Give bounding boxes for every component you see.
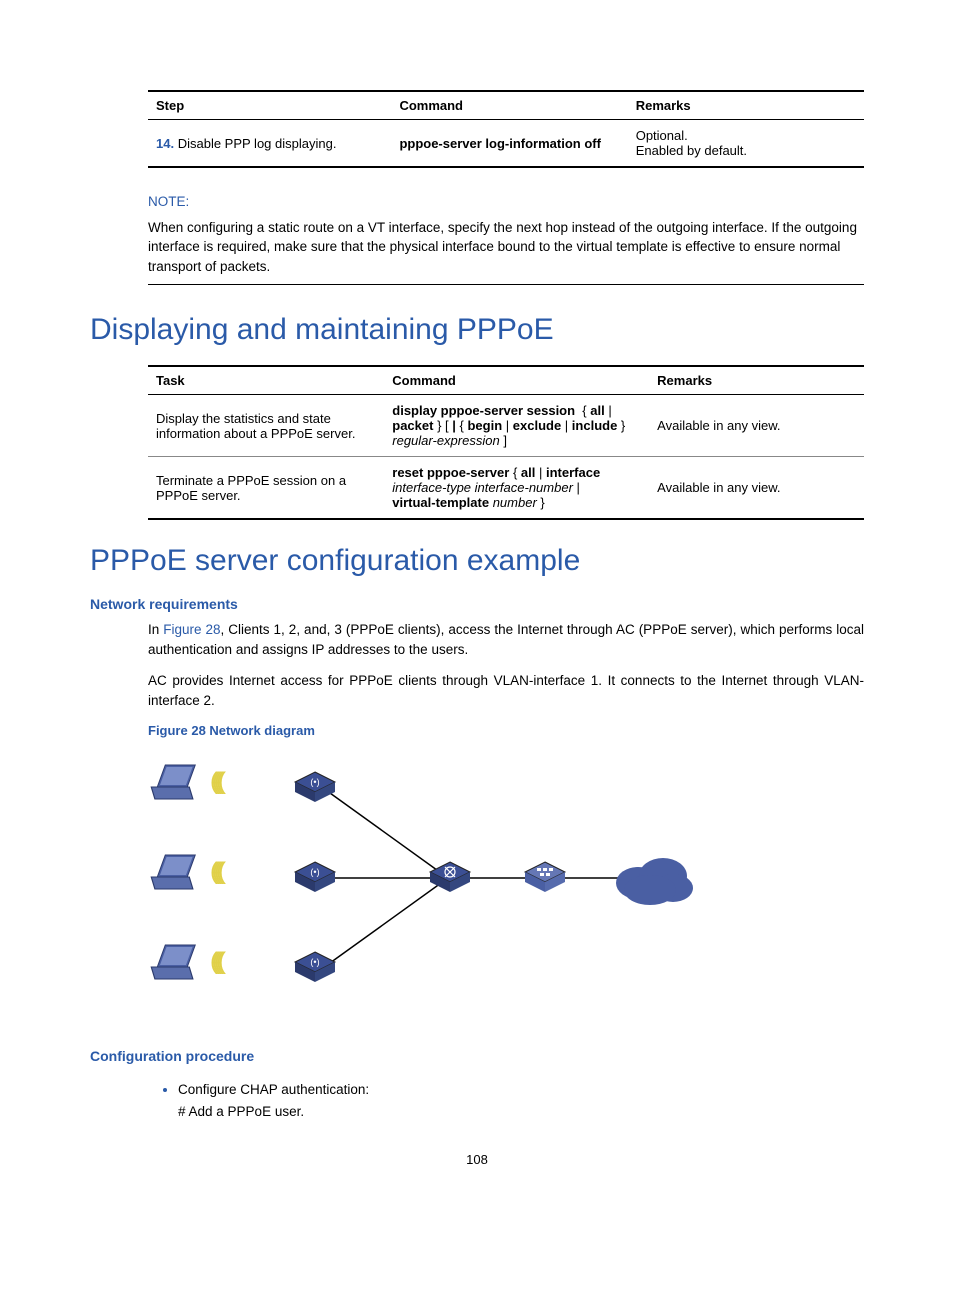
note-block: NOTE: When configuring a static route on… (148, 192, 864, 285)
task-command: display pppoe-server session { all | pac… (384, 395, 649, 457)
subheading-network-requirements: Network requirements (90, 596, 864, 612)
switch-icon (428, 860, 472, 896)
wifi-icon: ))))) (216, 858, 226, 886)
cloud-icon (608, 848, 698, 913)
step-remarks-line2: Enabled by default. (636, 143, 856, 158)
laptop-icon (148, 763, 198, 803)
col-command: Command (391, 91, 627, 120)
svg-text:(•): (•) (310, 957, 319, 967)
note-text: When configuring a static route on a VT … (148, 218, 864, 277)
access-point-icon: (•) (293, 950, 337, 986)
access-point-icon: (•) (293, 770, 337, 806)
step-table: Step Command Remarks 14. Disable PPP log… (148, 90, 864, 168)
step-number: 14. (156, 136, 174, 151)
svg-text:(•): (•) (310, 867, 319, 877)
netreq-paragraph2: AC provides Internet access for PPPoE cl… (148, 671, 864, 710)
heading-config-example: PPPoE server configuration example (90, 544, 864, 578)
laptop-icon (148, 853, 198, 893)
table-row: Display the statistics and state informa… (148, 395, 864, 457)
subheading-configuration-procedure: Configuration procedure (90, 1048, 864, 1064)
table-row: Terminate a PPPoE session on a PPPoE ser… (148, 457, 864, 520)
access-point-icon: (•) (293, 860, 337, 896)
laptop-icon (148, 943, 198, 983)
list-item: Configure CHAP authentication: # Add a P… (178, 1077, 864, 1122)
step-command: pppoe-server log-information off (391, 120, 627, 168)
table-row: 14. Disable PPP log displaying. pppoe-se… (148, 120, 864, 168)
col-task: Task (148, 366, 384, 395)
task-command: reset pppoe-server { all | interface int… (384, 457, 649, 520)
task-remarks: Available in any view. (649, 395, 864, 457)
col-command: Command (384, 366, 649, 395)
col-remarks: Remarks (649, 366, 864, 395)
step-remarks-line1: Optional. (636, 128, 856, 143)
network-diagram: ))))) ))))) ))))) (•) (•) (•) (148, 748, 688, 1008)
task-remarks: Available in any view. (649, 457, 864, 520)
figure-caption: Figure 28 Network diagram (148, 723, 864, 738)
task-desc: Display the statistics and state informa… (148, 395, 384, 457)
wifi-icon: ))))) (216, 768, 226, 796)
task-desc: Terminate a PPPoE session on a PPPoE ser… (148, 457, 384, 520)
col-remarks: Remarks (628, 91, 864, 120)
heading-display-maintain: Displaying and maintaining PPPoE (90, 313, 864, 347)
col-step: Step (148, 91, 391, 120)
procedure-list: Configure CHAP authentication: # Add a P… (148, 1077, 864, 1122)
wifi-icon: ))))) (216, 948, 226, 976)
task-table: Task Command Remarks Display the statist… (148, 365, 864, 520)
figure-reference: Figure 28 (163, 622, 220, 637)
router-icon (523, 860, 567, 896)
step-desc: Disable PPP log displaying. (178, 136, 337, 151)
netreq-paragraph1: In Figure 28, Clients 1, 2, and, 3 (PPPo… (148, 620, 864, 659)
note-label: NOTE: (148, 192, 864, 212)
svg-text:(•): (•) (310, 777, 319, 787)
page-number: 108 (90, 1152, 864, 1167)
